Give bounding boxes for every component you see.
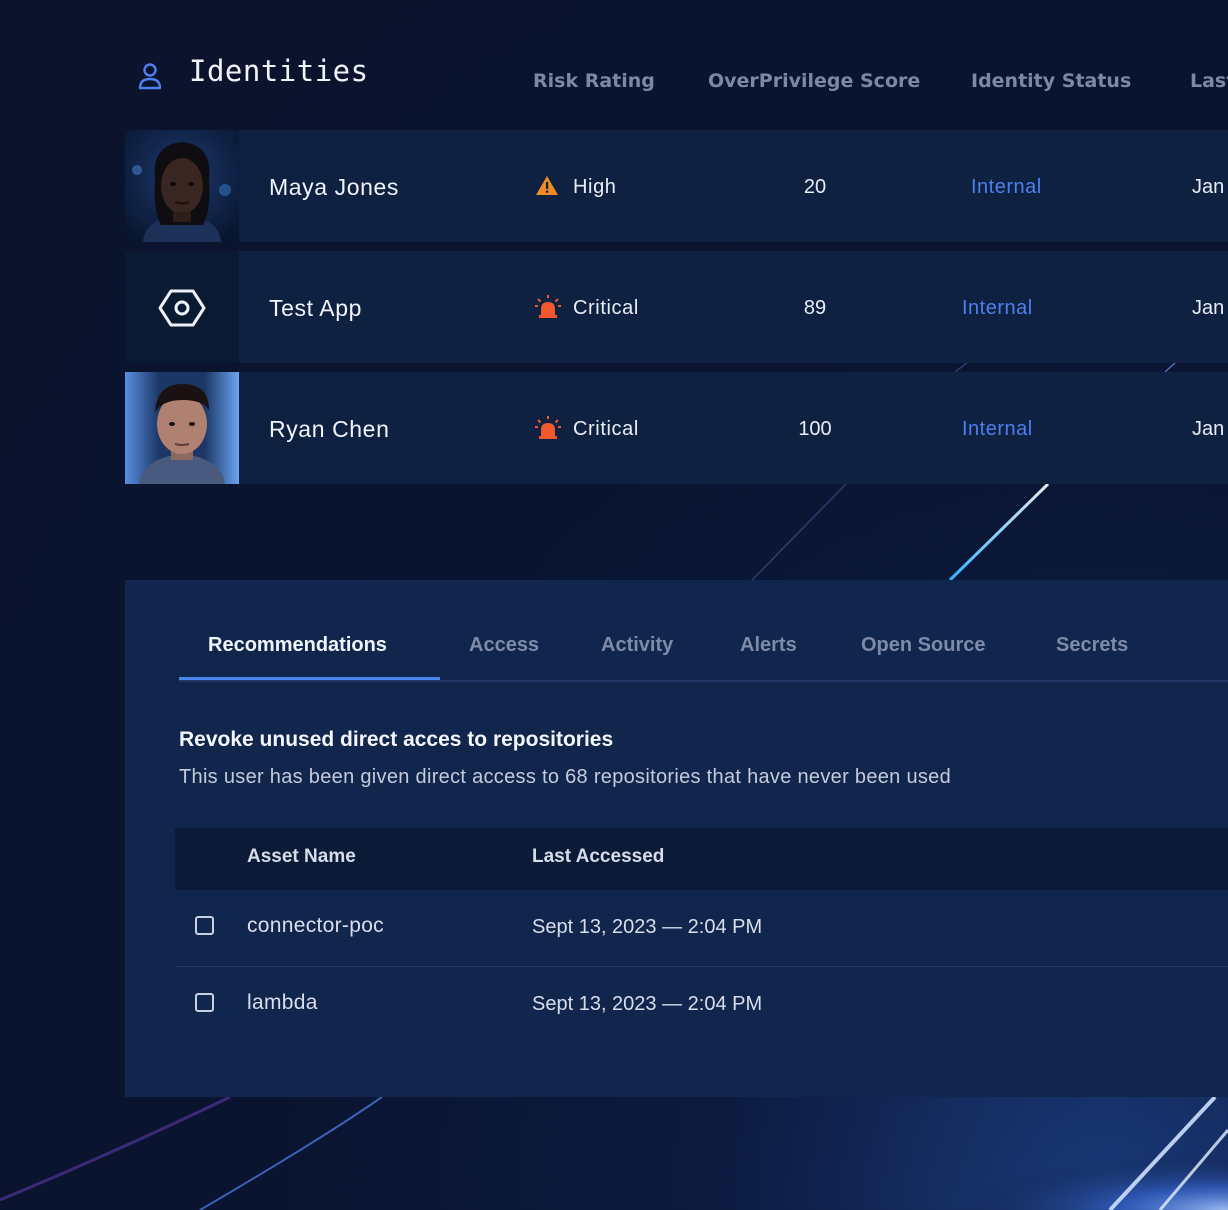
- risk-label: High: [573, 176, 617, 198]
- identity-name[interactable]: Maya Jones: [269, 174, 399, 201]
- tab-alerts[interactable]: Alerts: [740, 634, 797, 657]
- alarm-icon: [535, 416, 561, 439]
- identity-status[interactable]: Internal: [962, 297, 1033, 320]
- row-checkbox[interactable]: [195, 993, 214, 1012]
- column-header-overprivilege-score[interactable]: OverPrivilege Score: [708, 70, 920, 92]
- avatar: [125, 130, 239, 242]
- identities-header: Identities Risk Rating OverPrivilege Sco…: [0, 0, 1228, 130]
- detail-tabs: Recommendations Access Activity Alerts O…: [179, 580, 1228, 682]
- asset-table-header: Asset Name Last Accessed: [175, 828, 1228, 890]
- risk-label: Critical: [573, 418, 639, 440]
- column-header-risk-rating[interactable]: Risk Rating: [533, 70, 655, 92]
- last-seen: Jan: [1192, 418, 1225, 440]
- alarm-icon: [535, 295, 561, 318]
- identity-name[interactable]: Test App: [269, 295, 362, 322]
- tab-secrets[interactable]: Secrets: [1056, 634, 1128, 657]
- tab-activity[interactable]: Activity: [601, 634, 673, 657]
- overprivilege-score: 89: [803, 297, 827, 319]
- tab-open-source[interactable]: Open Source: [861, 634, 985, 657]
- tab-recommendations[interactable]: Recommendations: [208, 634, 387, 657]
- last-seen: Jan: [1192, 297, 1225, 319]
- last-accessed: Sept 13, 2023 — 2:04 PM: [532, 993, 763, 1015]
- column-header-identity-status[interactable]: Identity Status: [971, 70, 1131, 92]
- identity-row[interactable]: Test App Critical 89 Internal Jan: [125, 251, 1228, 363]
- asset-name: connector-poc: [247, 914, 384, 937]
- identity-status[interactable]: Internal: [971, 176, 1042, 199]
- last-seen: Jan: [1192, 176, 1225, 198]
- identity-status[interactable]: Internal: [962, 418, 1033, 441]
- active-tab-indicator: [179, 677, 440, 680]
- identity-detail-panel: Recommendations Access Activity Alerts O…: [125, 580, 1228, 1097]
- asset-name: lambda: [247, 991, 318, 1014]
- page-title: Identities: [189, 54, 369, 88]
- app-avatar: [125, 251, 239, 363]
- recommendation-description: This user has been given direct access t…: [179, 766, 952, 788]
- table-row[interactable]: connector-poc Sept 13, 2023 — 2:04 PM: [175, 890, 1228, 967]
- user-icon: [138, 63, 162, 90]
- last-accessed: Sept 13, 2023 — 2:04 PM: [532, 916, 763, 938]
- warning-icon: [536, 176, 558, 195]
- column-header-last-accessed[interactable]: Last Accessed: [532, 846, 664, 868]
- column-header-last[interactable]: Last: [1190, 70, 1228, 92]
- overprivilege-score: 100: [798, 418, 832, 440]
- tab-access[interactable]: Access: [469, 634, 539, 657]
- avatar: [125, 372, 239, 484]
- risk-label: Critical: [573, 297, 639, 319]
- recommendation-title: Revoke unused direct acces to repositori…: [179, 728, 614, 751]
- identity-row[interactable]: Ryan Chen Critical 100 Internal Jan: [125, 372, 1228, 484]
- column-header-asset-name[interactable]: Asset Name: [247, 846, 356, 868]
- app-hexagon-icon: [158, 289, 206, 327]
- identity-row[interactable]: Maya Jones High 20 Internal Jan: [125, 130, 1228, 242]
- row-checkbox[interactable]: [195, 916, 214, 935]
- table-row[interactable]: lambda Sept 13, 2023 — 2:04 PM: [175, 967, 1228, 1043]
- identity-name[interactable]: Ryan Chen: [269, 416, 389, 443]
- overprivilege-score: 20: [803, 176, 827, 198]
